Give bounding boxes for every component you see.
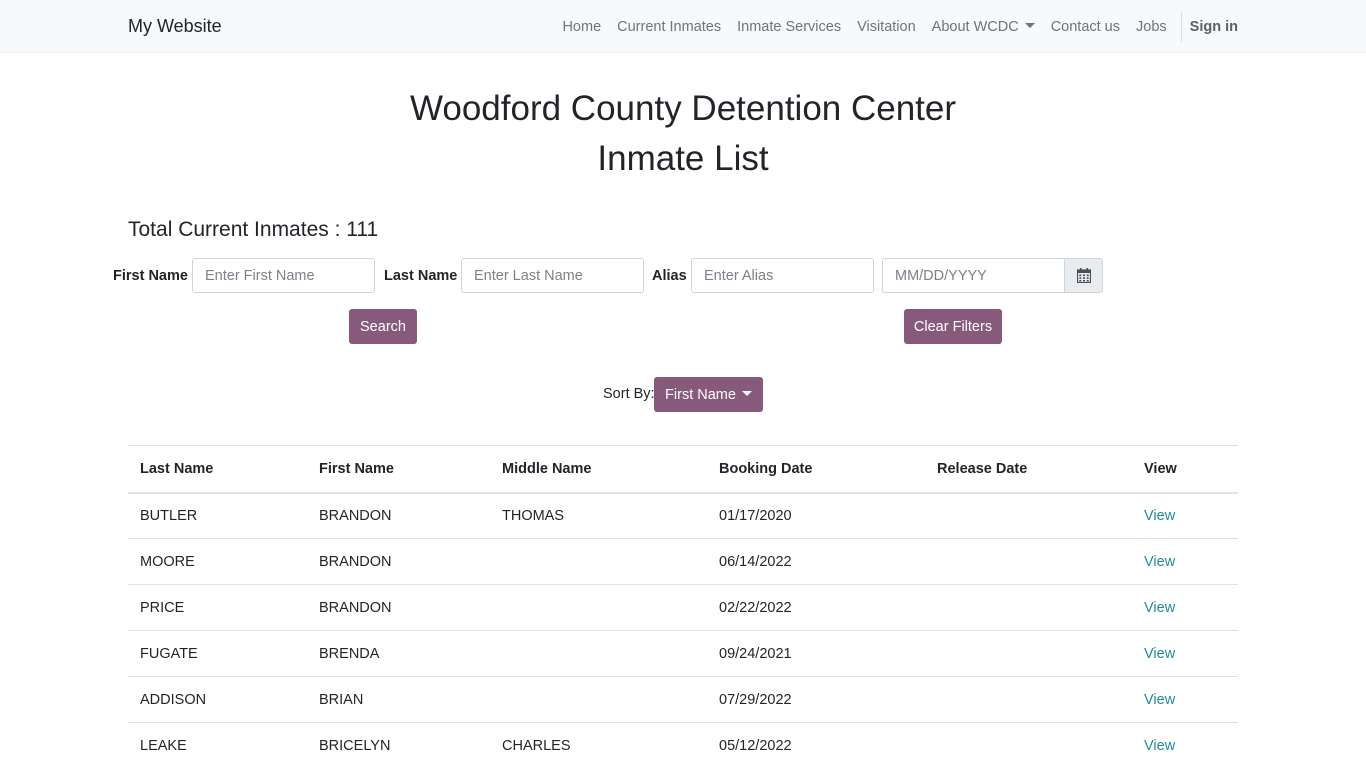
sign-in-link[interactable]: Sign in — [1190, 19, 1238, 35]
cell-view: View — [1132, 584, 1238, 631]
cell-booking-date: 01/17/2020 — [707, 492, 925, 539]
header-first-name[interactable]: First Name — [307, 445, 490, 494]
page-title-line2: Inmate List — [597, 139, 769, 178]
cell-last-name: FUGATE — [128, 630, 307, 677]
sort-by-label: Sort By: — [603, 386, 655, 402]
cell-last-name: PRICE — [128, 584, 307, 631]
date-input[interactable] — [882, 258, 1065, 293]
cell-middle-name: THOMAS — [490, 492, 707, 539]
cell-release-date — [925, 492, 1132, 539]
view-link[interactable]: View — [1144, 646, 1175, 662]
chevron-down-icon — [1024, 22, 1035, 28]
cell-middle-name — [490, 538, 707, 585]
last-name-label: Last Name — [384, 268, 458, 284]
date-picker — [882, 258, 1103, 293]
sort-dropdown[interactable]: First Name — [654, 377, 763, 412]
cell-first-name: BRICELYN — [307, 722, 490, 768]
cell-last-name: ADDISON — [128, 676, 307, 723]
cell-view: View — [1132, 676, 1238, 723]
brand-link[interactable]: My Website — [128, 16, 222, 37]
clear-filters-button[interactable]: Clear Filters — [904, 309, 1002, 344]
header-last-name[interactable]: Last Name — [128, 445, 307, 494]
view-link[interactable]: View — [1144, 554, 1175, 570]
cell-view: View — [1132, 538, 1238, 585]
view-link[interactable]: View — [1144, 508, 1175, 524]
cell-booking-date: 06/14/2022 — [707, 538, 925, 585]
cell-release-date — [925, 584, 1132, 631]
view-link[interactable]: View — [1144, 692, 1175, 708]
cell-last-name: BUTLER — [128, 492, 307, 539]
cell-view: View — [1132, 722, 1238, 768]
nav-menu: Home Current Inmates Inmate Services Vis… — [546, 0, 1238, 53]
cell-middle-name — [490, 584, 707, 631]
cell-first-name: BRIAN — [307, 676, 490, 723]
sort-selected: First Name — [665, 386, 736, 403]
first-name-label: First Name — [113, 268, 188, 284]
view-link[interactable]: View — [1144, 600, 1175, 616]
table-row: FUGATE BRENDA 09/24/2021 View — [128, 630, 1238, 677]
total-inmates: Total Current Inmates : 111 — [128, 218, 379, 241]
cell-first-name: BRANDON — [307, 538, 490, 585]
nav-about-label: About WCDC — [931, 18, 1019, 35]
cell-release-date — [925, 722, 1132, 768]
cell-booking-date: 02/22/2022 — [707, 584, 925, 631]
nav-about-dropdown[interactable]: About WCDC — [932, 19, 1035, 35]
first-name-input[interactable] — [192, 258, 375, 293]
header-view: View — [1132, 445, 1238, 494]
cell-booking-date: 05/12/2022 — [707, 722, 925, 768]
table-row: MOORE BRANDON 06/14/2022 View — [128, 538, 1238, 585]
nav-contact[interactable]: Contact us — [1051, 19, 1120, 35]
cell-first-name: BRANDON — [307, 584, 490, 631]
navbar: My Website Home Current Inmates Inmate S… — [0, 0, 1366, 53]
cell-first-name: BRENDA — [307, 630, 490, 677]
cell-release-date — [925, 676, 1132, 723]
nav-visitation[interactable]: Visitation — [857, 19, 916, 35]
cell-last-name: LEAKE — [128, 722, 307, 768]
cell-booking-date: 07/29/2022 — [707, 676, 925, 723]
cell-view: View — [1132, 630, 1238, 677]
nav-divider — [1180, 11, 1182, 42]
page-title-line1: Woodford County Detention Center — [409, 89, 957, 128]
cell-middle-name — [490, 676, 707, 723]
cell-middle-name: CHARLES — [490, 722, 707, 768]
calendar-button[interactable] — [1064, 258, 1103, 293]
last-name-input[interactable] — [461, 258, 644, 293]
page-title: Woodford County Detention Center Inmate … — [0, 84, 1366, 184]
cell-release-date — [925, 538, 1132, 585]
cell-release-date — [925, 630, 1132, 677]
cell-view: View — [1132, 492, 1238, 539]
header-booking-date[interactable]: Booking Date — [707, 445, 925, 494]
nav-inmate-services[interactable]: Inmate Services — [737, 19, 841, 35]
table-row: PRICE BRANDON 02/22/2022 View — [128, 584, 1238, 631]
cell-booking-date: 09/24/2021 — [707, 630, 925, 677]
inmate-table: Last Name First Name Middle Name Booking… — [128, 445, 1238, 768]
table-row: LEAKE BRICELYN CHARLES 05/12/2022 View — [128, 722, 1238, 768]
header-release-date[interactable]: Release Date — [925, 445, 1132, 494]
cell-middle-name — [490, 630, 707, 677]
search-button[interactable]: Search — [349, 309, 417, 344]
nav-home[interactable]: Home — [562, 19, 601, 35]
nav-current-inmates[interactable]: Current Inmates — [617, 19, 721, 35]
view-link[interactable]: View — [1144, 738, 1175, 754]
alias-input[interactable] — [691, 258, 874, 293]
table-row: BUTLER BRANDON THOMAS 01/17/2020 View — [128, 492, 1238, 539]
cell-first-name: BRANDON — [307, 492, 490, 539]
nav-jobs[interactable]: Jobs — [1136, 19, 1167, 35]
table-row: ADDISON BRIAN 07/29/2022 View — [128, 676, 1238, 723]
cell-last-name: MOORE — [128, 538, 307, 585]
alias-label: Alias — [652, 268, 687, 284]
chevron-down-icon — [741, 390, 752, 396]
calendar-icon — [1076, 268, 1091, 283]
table-header-row: Last Name First Name Middle Name Booking… — [128, 445, 1238, 494]
header-middle-name[interactable]: Middle Name — [490, 445, 707, 494]
